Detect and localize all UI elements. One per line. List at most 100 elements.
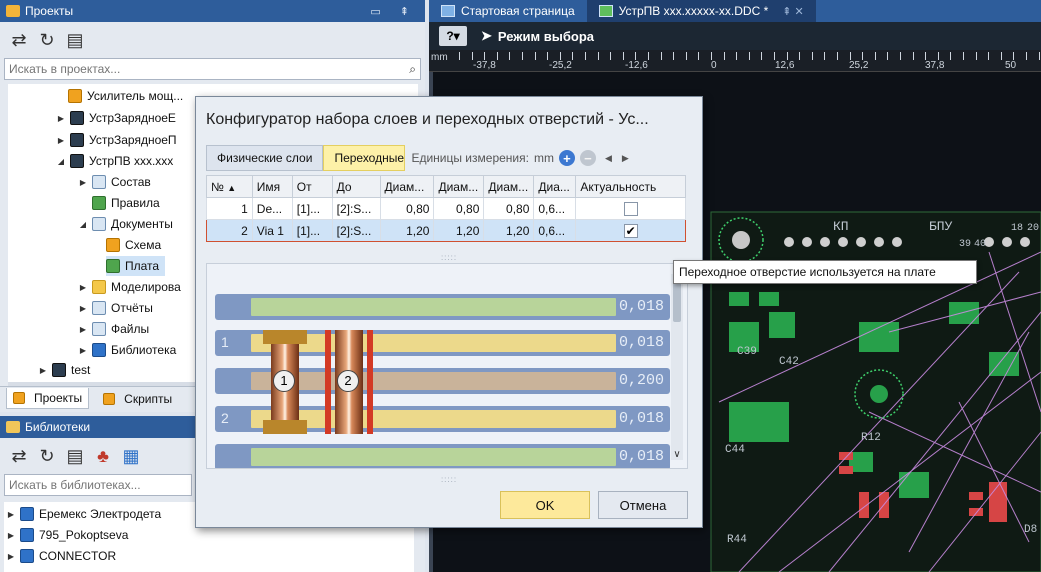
ruler-tick [988, 52, 989, 60]
tree-item[interactable]: Усилитель мощ... [68, 86, 183, 106]
expand-icon[interactable]: ▶ [78, 346, 88, 355]
ruler-tick [472, 52, 473, 60]
ruler-tick [1039, 52, 1040, 60]
tab-physical-layers[interactable]: Физические слои [206, 145, 324, 171]
ruler-label: -37,8 [473, 60, 496, 71]
tree-item[interactable]: ▶ Моделирова [78, 277, 181, 297]
col-diameter-2[interactable]: Диам... [433, 175, 485, 198]
tree-item[interactable]: ▶ Библиотека [78, 340, 176, 360]
via-1-graphic[interactable]: 1 [263, 330, 307, 434]
horizontal-ruler: mm -37,8 -25,2 -12,6 0 12,6 25,2 37,8 50 [429, 50, 1041, 72]
projects-search: ⌕ [4, 58, 421, 80]
expand-icon[interactable]: ▶ [78, 304, 88, 313]
dialog-title[interactable]: Конфигуратор набора слоев и переходных о… [196, 97, 702, 143]
actuality-checkbox[interactable] [623, 201, 638, 216]
tree-item[interactable]: ▶ УстрЗарядноеE [56, 108, 176, 128]
table-row[interactable]: 1 De... [1]... [2]:S... 0,80 0,80 0,80 0… [206, 197, 686, 220]
ruler-label: 0 [711, 60, 717, 71]
collapse-arrow-icon[interactable]: ◢ [56, 157, 66, 166]
ruler-tick [535, 52, 536, 60]
ruler-tick [724, 52, 725, 60]
scroll-down-icon[interactable]: ∨ [671, 449, 683, 460]
pin-icon[interactable]: ⇞ ✕ [782, 5, 804, 18]
ruler-label: 12,6 [775, 60, 795, 71]
collapse-icon[interactable]: ▤ [66, 446, 84, 467]
tab-scroll-arrows[interactable]: ◀▶ [605, 153, 639, 164]
expand-icon[interactable]: ▶ [56, 114, 66, 123]
component-icon[interactable]: ♣ [94, 446, 112, 467]
cancel-button[interactable]: Отмена [598, 491, 688, 519]
tab-start-page[interactable]: Стартовая страница [429, 0, 587, 22]
ruler-tick [1026, 52, 1027, 60]
splitter-grip[interactable]: ::::: [436, 475, 462, 484]
tree-item[interactable]: ▶ CONNECTOR [6, 546, 116, 566]
expand-icon[interactable]: ▶ [78, 325, 88, 334]
refresh-icon[interactable]: ↻ [38, 30, 56, 51]
tree-item-selected[interactable]: Плата [106, 256, 166, 276]
ruler-tick [711, 52, 712, 60]
expand-icon[interactable]: ▶ [78, 283, 88, 292]
col-diameter-1[interactable]: Диам... [379, 175, 435, 198]
library-add-icon[interactable]: ▦ [122, 446, 140, 467]
expand-icon[interactable]: ▶ [6, 531, 16, 540]
remove-via-icon[interactable]: − [579, 150, 596, 166]
tab-vias[interactable]: Переходные [323, 145, 406, 171]
tree-item[interactable]: ▶ УстрЗарядноеП [56, 130, 177, 150]
tree-item[interactable]: ▶ Отчёты [78, 298, 153, 318]
tree-item[interactable]: ▶ Файлы [78, 319, 149, 339]
actuality-checkbox[interactable]: ✔ [623, 223, 638, 238]
tree-item[interactable]: Правила [92, 193, 160, 213]
expand-icon[interactable]: ▶ [6, 510, 16, 519]
table-row-selected[interactable]: 2 Via 1 [1]... [2]:S... 1,20 1,20 1,20 0… [206, 219, 686, 242]
tree-item[interactable]: ▶ Состав [78, 172, 151, 192]
sync-icon[interactable]: ⇄ [10, 446, 28, 467]
col-diameter-3[interactable]: Диам... [483, 175, 535, 198]
tree-item[interactable]: ▶ test [38, 360, 90, 380]
ruler-tick [686, 52, 687, 60]
via-2-graphic[interactable]: 2 [325, 330, 373, 434]
panel-controls[interactable]: ▭ ⇞ [370, 5, 417, 18]
tree-item[interactable]: ◢ УстрПВ xxx.xxx [56, 151, 173, 171]
libraries-search [4, 474, 192, 496]
via-label: 1 [273, 370, 295, 392]
expand-icon[interactable]: ▶ [78, 178, 88, 187]
ruler-tick [522, 52, 523, 60]
tab-projects[interactable]: Проекты [6, 388, 90, 409]
projects-panel-title: Проекты ▭ ⇞ [0, 0, 425, 22]
tree-item[interactable]: ▶ 795_Pokoptseva [6, 525, 128, 545]
collapse-arrow-icon[interactable]: ◢ [78, 220, 88, 229]
tab-pcb-document[interactable]: УстрПВ xxx.xxxxx-xx.DDC * ⇞ ✕ [586, 0, 816, 22]
ok-button[interactable]: OK [500, 491, 590, 519]
refresh-icon[interactable]: ↻ [38, 446, 56, 467]
ruler-tick [963, 52, 964, 60]
stack-scrollbar[interactable]: ∨ [671, 274, 683, 460]
tree-item[interactable]: ▶ Еремекс Электродета [6, 504, 161, 524]
stack-layers: 0,018 1 0,018 0,200 2 0,018 0,018 1 2 [215, 264, 670, 468]
col-to[interactable]: До [331, 175, 381, 198]
ruler-tick [610, 52, 611, 60]
tree-item[interactable]: ◢ Документы [78, 214, 173, 234]
projects-search-input[interactable] [9, 62, 410, 76]
ruler-label: -25,2 [549, 60, 572, 71]
tree-item[interactable]: Схема [106, 235, 161, 255]
add-via-icon[interactable]: + [558, 150, 575, 166]
expand-icon[interactable]: ▶ [56, 136, 66, 145]
collapse-icon[interactable]: ▤ [66, 30, 84, 51]
col-actuality[interactable]: Актуальность [575, 175, 686, 198]
sync-icon[interactable]: ⇄ [10, 30, 28, 51]
help-button[interactable]: ?▾ [439, 26, 467, 46]
col-from[interactable]: От [291, 175, 333, 198]
expand-icon[interactable]: ▶ [6, 552, 16, 561]
tab-scripts[interactable]: Скрипты [103, 392, 172, 406]
col-diameter-4[interactable]: Диа... [533, 175, 577, 198]
libraries-search-input[interactable] [9, 478, 187, 492]
splitter-grip[interactable]: ::::: [436, 253, 462, 262]
col-number[interactable]: № ▲ [206, 175, 253, 198]
cursor-icon: ➤ [481, 28, 492, 43]
col-name[interactable]: Имя [251, 175, 293, 198]
ruler-tick [623, 52, 624, 60]
expand-icon[interactable]: ▶ [38, 366, 48, 375]
search-icon[interactable]: ⌕ [409, 62, 416, 77]
ruler-tick [799, 52, 800, 60]
units-value[interactable]: mm [534, 151, 554, 165]
